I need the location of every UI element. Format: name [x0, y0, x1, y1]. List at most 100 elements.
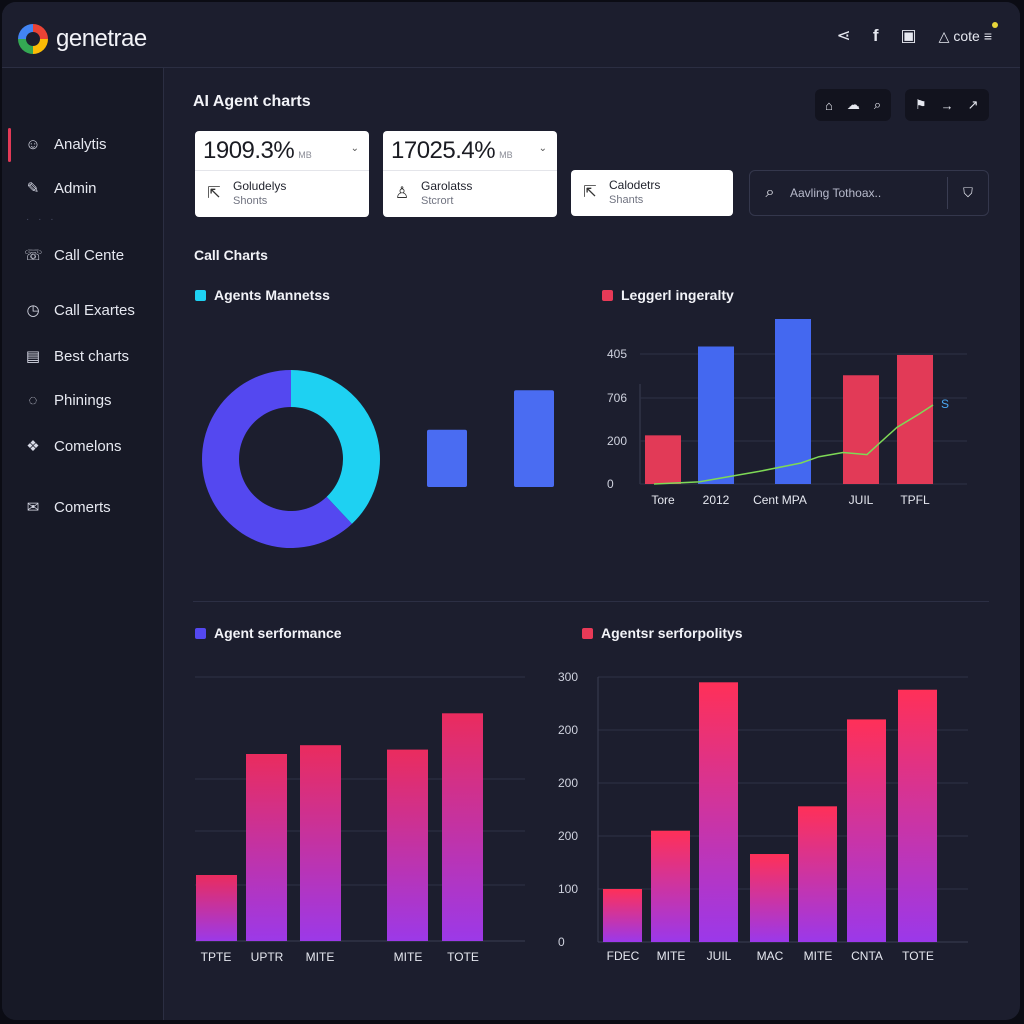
line-end-label: S — [941, 397, 949, 411]
stat-header: 1909.3% MB ⌄ — [195, 131, 369, 171]
logo[interactable]: genetrae — [18, 24, 147, 54]
x-tick-label: JUIL — [849, 493, 874, 507]
sidebar-item-best-charts[interactable]: ▤ Best charts — [24, 347, 129, 366]
agent-serformance-chart: TPTE UPTR MITE MITE TOTE — [195, 676, 525, 964]
filter-icon[interactable]: ⛉ — [948, 185, 988, 201]
phone-icon: ☏ — [24, 247, 43, 264]
legend-agent-serformance: Agent serformance — [195, 625, 342, 641]
bar-1 — [246, 754, 287, 941]
sidebar-item-admin[interactable]: ✎ Admin — [24, 179, 97, 198]
x-tick-label: MITE — [306, 950, 335, 964]
bar-5 — [847, 719, 886, 942]
y-tick-label: 100 — [558, 882, 578, 896]
legend-label: Agent serformance — [214, 625, 342, 641]
bar-4 — [798, 806, 837, 942]
legend-label: Leggerl ingeralty — [621, 287, 734, 303]
x-tick-label: UPTR — [251, 950, 284, 964]
chevron-down-icon[interactable]: ⌄ — [539, 143, 547, 154]
sidebar-item-call-cente[interactable]: ☏ Call Cente — [24, 246, 124, 265]
search-doc-icon[interactable]: ⌕ — [874, 97, 881, 113]
user-menu[interactable]: △ cote ≡ — [938, 21, 998, 45]
active-indicator — [8, 128, 11, 162]
bar-6 — [898, 689, 937, 942]
sidebar-item-analytis[interactable]: ☺ Analytis — [24, 136, 107, 153]
sidebar: · · · ☺ Analytis ✎ Admin ☏ Call Cente ◷ Call Ex… — [2, 68, 164, 1020]
toolbar-group-1: ⌂ ☁ ⌕ — [815, 89, 892, 121]
stat-sublabel: Shonts — [233, 195, 268, 207]
legend-label: Agentsr serforpolitys — [601, 625, 743, 641]
share-icon[interactable]: ⋖ — [837, 26, 851, 46]
flag-icon[interactable]: ⚑ — [915, 97, 927, 113]
sidebar-item-label: Analytis — [54, 136, 107, 153]
home-icon[interactable]: ⌂ — [825, 98, 833, 113]
donut-chart — [202, 370, 554, 548]
legend-agentsr-serforpolitys: Agentsr serforpolitys — [582, 625, 743, 641]
x-tick-label: MITE — [657, 949, 686, 963]
section-divider — [193, 601, 989, 602]
sidebar-item-label: Comelons — [54, 437, 122, 455]
x-tick-label: TOTE — [902, 949, 934, 963]
arrow-right-icon[interactable]: → — [941, 98, 954, 113]
bar-0 — [427, 429, 467, 487]
donut-slice-0 — [291, 370, 380, 524]
y-tick-label: 200 — [558, 776, 578, 790]
bar-2 — [699, 682, 738, 942]
bar-3 — [750, 854, 789, 942]
bar-0 — [196, 875, 237, 941]
x-tick-label: MITE — [394, 950, 423, 964]
clock-icon: ◷ — [26, 302, 40, 319]
x-tick-label: Tore — [651, 493, 675, 507]
export-icon: ⇱ — [583, 184, 597, 201]
y-tick-label: 0 — [607, 477, 614, 491]
sidebar-item-phinings[interactable]: ◌ Phinings — [24, 392, 112, 409]
x-tick-label: TPTE — [201, 950, 232, 964]
comment-icon: ✉ — [26, 499, 40, 516]
stat-value: 1909.3% — [203, 136, 295, 164]
legend-swatch — [602, 289, 613, 301]
toolbar-group-2: ⚑ → ↗ — [905, 89, 989, 121]
calendar-icon[interactable]: ▣ — [901, 26, 917, 46]
facebook-icon[interactable]: f — [873, 26, 879, 46]
cloud-icon[interactable]: ☁ — [847, 97, 860, 113]
stat-card-3[interactable]: ⇱ Calodetrs Shants — [571, 170, 733, 216]
search-placeholder: Aavling Tothoax.. — [790, 186, 882, 200]
notification-dot — [992, 21, 998, 28]
chevron-down-icon[interactable]: ⌄ — [351, 143, 359, 154]
bar-0 — [645, 435, 681, 484]
search-field[interactable]: ⌕ Aavling Tothoax.. ⛉ — [749, 170, 989, 216]
stat-card-2[interactable]: 17025.4% MB ⌄ ♙ Garolatss Stcrort — [383, 131, 557, 217]
sidebar-item-call-exartes[interactable]: ◷ Call Exartes — [24, 301, 135, 320]
main-content: AI Agent charts ⌂ ☁ ⌕ ⚑ → ↗ 1909.3% MB ⌄… — [165, 69, 1020, 1020]
x-tick-label: MITE — [804, 949, 833, 963]
legend-leggerl-ingeralty: Leggerl ingeralty — [602, 287, 734, 303]
bar-5 — [442, 713, 483, 941]
sidebar-item-comelons[interactable]: ❖ Comelons — [24, 437, 122, 456]
top-actions: ⋖ f ▣ △ cote ≡ — [837, 21, 998, 46]
stat-unit: MB — [499, 149, 513, 160]
sidebar-item-comerts[interactable]: ✉ Comerts — [24, 498, 111, 517]
stat-sublabel: Stcrort — [421, 195, 454, 207]
top-bar: genetrae ⋖ f ▣ △ cote ≡ — [2, 2, 1020, 68]
y-tick-label: 706 — [607, 391, 627, 405]
stat-sublabel: Shants — [609, 194, 644, 206]
triangle-icon: △ — [938, 27, 950, 44]
x-tick-label: FDEC — [607, 949, 640, 963]
sidebar-item-label: Call Exartes — [54, 301, 135, 319]
legend-label: Agents Mannetss — [214, 287, 330, 303]
x-tick-label: Cent MPA — [753, 493, 807, 507]
menu-icon[interactable]: ≡ — [984, 28, 992, 44]
agentsr-serforpolitys-chart: 0 100 200 200 200 300 FDEC MITE JUIL MAC MITE CNTA T… — [558, 670, 968, 963]
document-icon: ▤ — [25, 348, 41, 365]
stat-label: Goludelys — [233, 179, 287, 193]
y-tick-label: 300 — [558, 670, 578, 684]
stat-body: ⇱ Calodetrs Shants — [571, 170, 733, 214]
y-tick-label: 200 — [558, 723, 578, 737]
bar-2 — [775, 319, 811, 484]
x-tick-label: MAC — [757, 949, 784, 963]
x-tick-label: CNTA — [851, 949, 883, 963]
x-tick-label: JUIL — [707, 949, 732, 963]
stat-card-1[interactable]: 1909.3% MB ⌄ ⇱ Goludelys Shonts — [195, 131, 369, 217]
stat-header: 17025.4% MB ⌄ — [383, 131, 557, 171]
bar-3 — [843, 375, 879, 484]
expand-icon[interactable]: ↗ — [968, 97, 979, 113]
